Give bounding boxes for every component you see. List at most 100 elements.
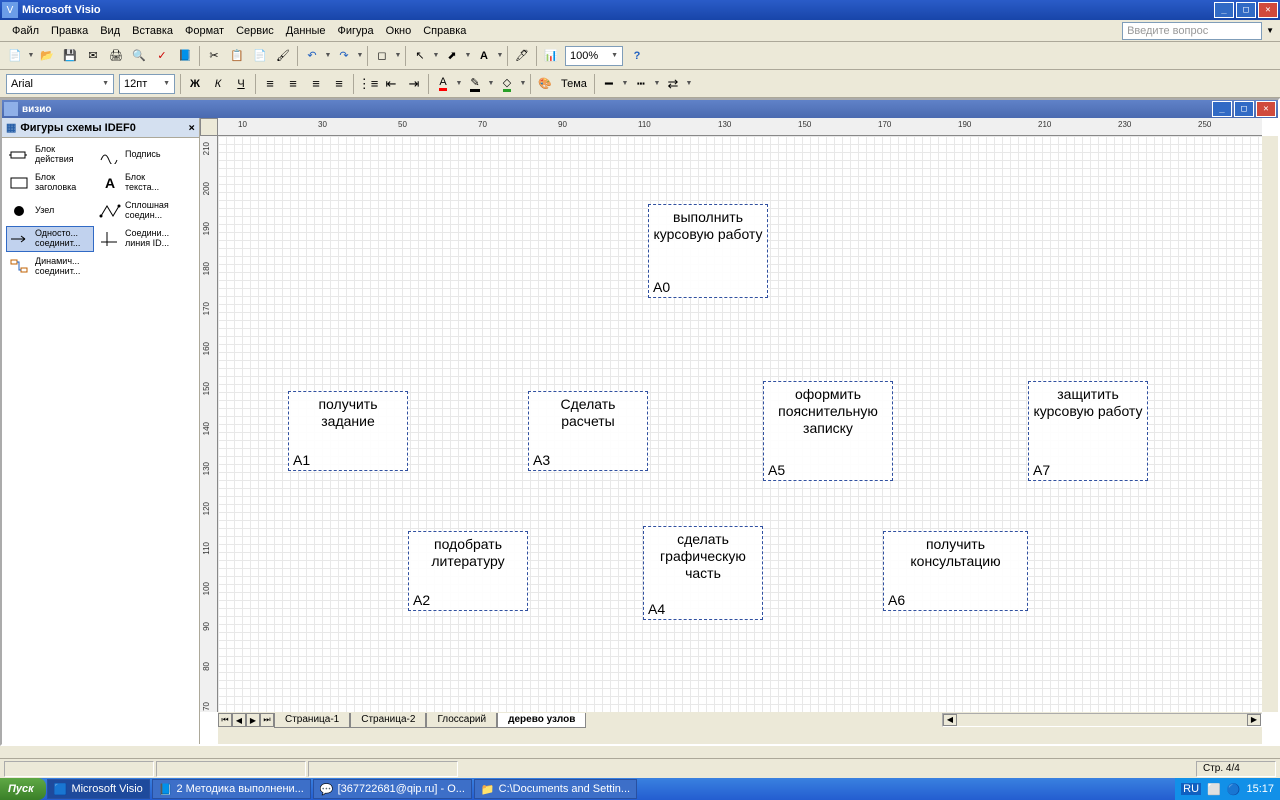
- copy-button[interactable]: 📋: [226, 45, 248, 67]
- minimize-button[interactable]: _: [1214, 2, 1234, 18]
- node-a7[interactable]: защитить курсовую работуA7: [1028, 381, 1148, 481]
- menu-format[interactable]: Формат: [179, 23, 230, 39]
- underline-button[interactable]: Ч: [230, 73, 252, 95]
- text-button[interactable]: A: [473, 45, 495, 67]
- size-combo[interactable]: 12пт▼: [119, 74, 175, 94]
- tray-clock[interactable]: 15:17: [1246, 783, 1274, 795]
- tray-icon-2[interactable]: 🔵: [1227, 783, 1241, 796]
- new-button[interactable]: 📄: [4, 45, 26, 67]
- align-center-button[interactable]: ≡: [282, 73, 304, 95]
- data-button[interactable]: 📊: [540, 45, 562, 67]
- menu-file[interactable]: Файл: [6, 23, 45, 39]
- line-color-button[interactable]: ✎: [464, 73, 486, 95]
- page-tab-3[interactable]: Глоссарий: [426, 713, 497, 728]
- doc-minimize-button[interactable]: _: [1212, 101, 1232, 117]
- tab-nav-next[interactable]: ▶: [246, 713, 260, 727]
- line-weight-button[interactable]: ━: [598, 73, 620, 95]
- doc-close-button[interactable]: ✕: [1256, 101, 1276, 117]
- page-tab-1[interactable]: Страница-1: [274, 713, 350, 728]
- start-button[interactable]: Пуск: [0, 778, 46, 800]
- node-a1[interactable]: получить заданиеA1: [288, 391, 408, 471]
- shapes-button[interactable]: ◻: [371, 45, 393, 67]
- shape-action-block[interactable]: Блок действия: [6, 142, 94, 168]
- fill-color-button[interactable]: ◇: [496, 73, 518, 95]
- canvas[interactable]: выполнить курсовую работуA0 получить зад…: [218, 136, 1262, 712]
- undo-button[interactable]: ↶: [301, 45, 323, 67]
- page-tab-2[interactable]: Страница-2: [350, 713, 426, 728]
- tab-nav-last[interactable]: ⏭: [260, 713, 274, 727]
- research-button[interactable]: 📘: [174, 45, 196, 67]
- menu-data[interactable]: Данные: [280, 23, 332, 39]
- doc-maximize-button[interactable]: □: [1234, 101, 1254, 117]
- ink-button[interactable]: 🖊: [511, 45, 533, 67]
- taskbar-item-word[interactable]: 📘2 Методика выполнени...: [152, 779, 311, 799]
- tray-lang[interactable]: RU: [1181, 783, 1201, 795]
- preview-button[interactable]: 🔍: [128, 45, 150, 67]
- open-button[interactable]: 📂: [36, 45, 58, 67]
- align-right-button[interactable]: ≡: [305, 73, 327, 95]
- menu-insert[interactable]: Вставка: [126, 23, 179, 39]
- theme-button[interactable]: 🎨: [534, 73, 556, 95]
- indent-dec-button[interactable]: ⇤: [380, 73, 402, 95]
- align-left-button[interactable]: ≡: [259, 73, 281, 95]
- paste-button[interactable]: 📄: [249, 45, 271, 67]
- shape-solid-conn[interactable]: Сплошная соедин...: [96, 198, 184, 224]
- indent-inc-button[interactable]: ⇥: [403, 73, 425, 95]
- font-combo[interactable]: Arial▼: [6, 74, 114, 94]
- taskbar-item-qip[interactable]: 💬[367722681@qip.ru] - О...: [313, 779, 472, 799]
- shape-oneway-conn[interactable]: Односто... соединит...: [6, 226, 94, 252]
- node-a2[interactable]: подобрать литературуA2: [408, 531, 528, 611]
- close-button[interactable]: ✕: [1258, 2, 1278, 18]
- zoom-combo[interactable]: 100%▼: [565, 46, 623, 66]
- node-a4[interactable]: сделать графическую частьA4: [643, 526, 763, 620]
- menu-shape[interactable]: Фигура: [332, 23, 380, 39]
- vertical-scrollbar[interactable]: [1262, 136, 1278, 712]
- tab-nav-prev[interactable]: ◀: [232, 713, 246, 727]
- help-dropdown-icon[interactable]: ▼: [1266, 26, 1274, 35]
- line-ends-button[interactable]: ⇄: [662, 73, 684, 95]
- menu-window[interactable]: Окно: [380, 23, 418, 39]
- line-pattern-button[interactable]: ┅: [630, 73, 652, 95]
- page-tabs: ⏮ ◀ ▶ ⏭ Страница-1 Страница-2 Глоссарий …: [218, 712, 1262, 728]
- page-tab-4[interactable]: дерево узлов: [497, 713, 586, 728]
- node-a6[interactable]: получить консультациюA6: [883, 531, 1028, 611]
- tab-nav-first[interactable]: ⏮: [218, 713, 232, 727]
- status-cell-2: [156, 761, 306, 777]
- system-tray[interactable]: RU ⬜ 🔵 15:17: [1175, 778, 1280, 800]
- shape-text-block[interactable]: AБлок текста...: [96, 170, 184, 196]
- align-justify-button[interactable]: ≡: [328, 73, 350, 95]
- shapes-close-button[interactable]: ×: [188, 121, 195, 134]
- node-a5[interactable]: оформить пояснительную запискуA5: [763, 381, 893, 481]
- shape-id-conn[interactable]: Соедини... линия ID...: [96, 226, 184, 252]
- menu-edit[interactable]: Правка: [45, 23, 94, 39]
- tray-icon-1[interactable]: ⬜: [1207, 783, 1221, 796]
- menu-tools[interactable]: Сервис: [230, 23, 280, 39]
- spell-button[interactable]: ✓: [151, 45, 173, 67]
- taskbar-item-explorer[interactable]: 📁C:\Documents and Settin...: [474, 779, 637, 799]
- connector-button[interactable]: ⬈: [441, 45, 463, 67]
- shape-label[interactable]: Подпись: [96, 142, 184, 168]
- h-scrollbar-track[interactable]: ◀ ▶: [942, 713, 1262, 727]
- pointer-button[interactable]: ↖: [409, 45, 431, 67]
- node-a0[interactable]: выполнить курсовую работуA0: [648, 204, 768, 298]
- shape-title-block[interactable]: Блок заголовка: [6, 170, 94, 196]
- maximize-button[interactable]: □: [1236, 2, 1256, 18]
- shape-dynamic-conn[interactable]: Динамич... соединит...: [6, 254, 94, 280]
- redo-button[interactable]: ↷: [333, 45, 355, 67]
- taskbar-item-visio[interactable]: 🟦Microsoft Visio: [47, 779, 150, 799]
- shape-node[interactable]: Узел: [6, 198, 94, 224]
- help-button[interactable]: ?: [626, 45, 648, 67]
- save-button[interactable]: 💾: [59, 45, 81, 67]
- print-button[interactable]: 🖨: [105, 45, 127, 67]
- menu-view[interactable]: Вид: [94, 23, 126, 39]
- bold-button[interactable]: Ж: [184, 73, 206, 95]
- mail-button[interactable]: ✉: [82, 45, 104, 67]
- cut-button[interactable]: ✂: [203, 45, 225, 67]
- node-a3[interactable]: Сделать расчетыA3: [528, 391, 648, 471]
- font-color-button[interactable]: A: [432, 73, 454, 95]
- menu-help[interactable]: Справка: [417, 23, 472, 39]
- bullets-button[interactable]: ⋮≡: [357, 73, 379, 95]
- format-painter-button[interactable]: 🖌: [272, 45, 294, 67]
- italic-button[interactable]: К: [207, 73, 229, 95]
- help-search-input[interactable]: Введите вопрос: [1122, 22, 1262, 40]
